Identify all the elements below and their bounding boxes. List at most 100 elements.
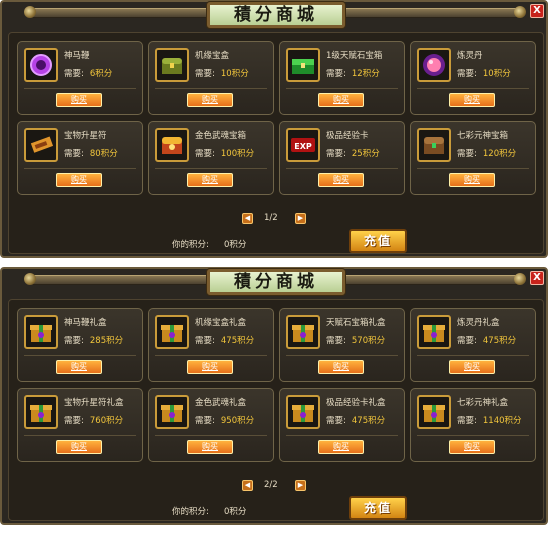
prev-page-button[interactable]: ◀ [242,480,253,491]
close-button[interactable]: X [530,271,544,285]
cost-label: 需要: [326,149,346,159]
item-cost: 需要: 760积分 [64,414,123,426]
item-cost: 需要: 10积分 [457,67,511,79]
rail-cap-right [514,273,526,285]
header-rail-left [32,275,207,285]
next-page-button[interactable]: ▶ [295,480,306,491]
shop-title: 積分商城 [207,2,345,28]
buy-button[interactable]: 购买 [449,440,495,454]
buy-button[interactable]: 购买 [449,173,495,187]
item-cost: 需要: 10积分 [195,67,249,79]
shop-item-card: 七彩元神礼盒 需要: 1140积分 购买 [410,388,536,462]
shop-item-card: 七彩元神宝箱 需要: 120积分 购买 [410,121,536,195]
card-divider [155,355,267,356]
page-indicator: 1/2 [264,213,278,223]
gift-box-icon [155,315,189,349]
cost-value: 1140积分 [482,416,522,426]
shop-item-card: 极品经验卡礼盒 需要: 475积分 购买 [279,388,405,462]
item-name: 炼灵丹礼盒 [457,318,500,328]
buy-button[interactable]: 购买 [56,440,102,454]
cost-label: 需要: [195,149,215,159]
svg-text:EXP: EXP [294,142,312,151]
item-name: 神马鞭礼盒 [64,318,107,328]
cost-label: 需要: [64,416,84,426]
cost-value: 80积分 [89,149,118,159]
wooden-chest-icon [417,128,451,162]
card-divider [155,88,267,89]
item-name: 1级天赋石宝箱 [326,51,383,61]
buy-button[interactable]: 购买 [449,93,495,107]
cost-label: 需要: [195,416,215,426]
cost-value: 475积分 [351,416,386,426]
item-name: 宝物升星符礼盒 [64,398,124,408]
points-label: 你的积分: [172,240,209,250]
card-divider [417,355,529,356]
shop-title: 積分商城 [207,269,345,295]
cost-value: 570积分 [351,336,386,346]
card-divider [24,168,136,169]
header-rail-left [32,8,207,18]
shop-panel-page-2: 積分商城 X 神马鞭礼盒 需要: 285积分 购买 机缘宝盒礼盒 需要: 475积分… [0,267,548,525]
buy-button[interactable]: 购买 [318,440,364,454]
buy-button[interactable]: 购买 [187,93,233,107]
rail-cap-left [24,273,36,285]
recharge-button[interactable]: 充值 [349,229,407,253]
recharge-button[interactable]: 充值 [349,496,407,520]
buy-button[interactable]: 购买 [56,173,102,187]
card-divider [417,168,529,169]
close-button[interactable]: X [530,4,544,18]
cost-label: 需要: [457,336,477,346]
item-name: 天赋石宝箱礼盒 [326,318,386,328]
prev-page-button[interactable]: ◀ [242,213,253,224]
cost-label: 需要: [457,416,477,426]
gift-box-icon [417,395,451,429]
card-divider [286,355,398,356]
pagination: ◀ 1/2 ▶ [2,213,548,227]
item-name: 宝物升星符 [64,131,107,141]
gift-box-icon [286,395,320,429]
card-divider [417,88,529,89]
item-cost: 需要: 25积分 [326,147,380,159]
item-cost: 需要: 6积分 [64,67,112,79]
buy-button[interactable]: 购买 [318,93,364,107]
pink-pill-icon [417,48,451,82]
cost-value: 12积分 [351,69,380,79]
gift-box-icon [286,315,320,349]
item-cost: 需要: 1140积分 [457,414,522,426]
item-cost: 需要: 475积分 [326,414,385,426]
cost-label: 需要: [195,69,215,79]
header-rail-right [345,275,520,285]
cost-label: 需要: [457,149,477,159]
buy-button[interactable]: 购买 [56,93,102,107]
card-divider [417,435,529,436]
card-divider [286,88,398,89]
buy-button[interactable]: 购买 [318,360,364,374]
cost-value: 950积分 [220,416,255,426]
shop-item-card: 神马鞭 需要: 6积分 购买 [17,41,143,115]
next-page-button[interactable]: ▶ [295,213,306,224]
rail-cap-left [24,6,36,18]
cost-label: 需要: [64,336,84,346]
item-cost: 需要: 950积分 [195,414,254,426]
purple-ring-icon [24,48,58,82]
buy-button[interactable]: 购买 [449,360,495,374]
buy-button[interactable]: 购买 [187,360,233,374]
buy-button[interactable]: 购买 [187,440,233,454]
points-value: 0积分 [224,240,247,250]
cost-value: 120积分 [482,149,517,159]
buy-button[interactable]: 购买 [56,360,102,374]
shop-item-card: 炼灵丹礼盒 需要: 475积分 购买 [410,308,536,382]
item-cost: 需要: 100积分 [195,147,254,159]
cost-label: 需要: [326,69,346,79]
item-cost: 需要: 475积分 [195,334,254,346]
cost-value: 100积分 [220,149,255,159]
cost-label: 需要: [195,336,215,346]
gift-box-icon [155,395,189,429]
cost-value: 285积分 [89,336,124,346]
item-cost: 需要: 12积分 [326,67,380,79]
buy-button[interactable]: 购买 [187,173,233,187]
cost-value: 760积分 [89,416,124,426]
buy-button[interactable]: 购买 [318,173,364,187]
cost-value: 10积分 [220,69,249,79]
item-name: 金色武魂礼盒 [195,398,247,408]
